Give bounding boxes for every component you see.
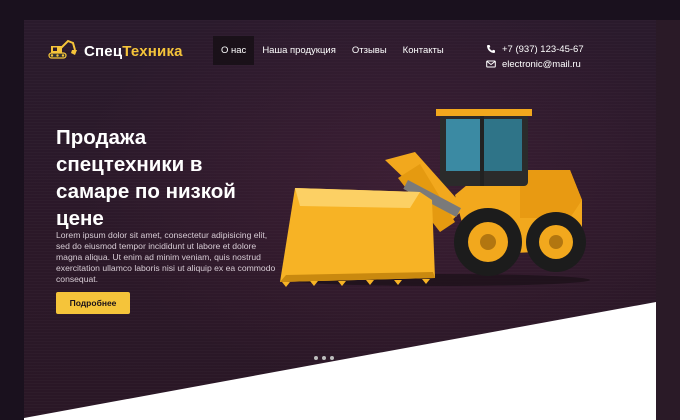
logo-text-part2: Техника	[122, 42, 183, 60]
carousel-dots	[314, 356, 338, 360]
logo-text: СпецТехника	[84, 43, 183, 60]
hero-title: Продажа спецтехники в самаре по низкой ц…	[56, 126, 236, 230]
envelope-icon	[486, 60, 496, 68]
header-contacts: +7 (937) 123-45-67 electronic@mail.ru	[486, 41, 584, 72]
carousel-dot[interactable]	[322, 356, 326, 360]
phone-contact[interactable]: +7 (937) 123-45-67	[486, 41, 584, 57]
main-nav: О нас Наша продукция Отзывы Контакты	[213, 36, 452, 65]
logo-text-part1: Спец	[84, 42, 123, 60]
hero-description: Lorem ipsum dolor sit amet, consectetur …	[56, 230, 276, 284]
scrollbar-track[interactable]	[656, 20, 680, 420]
nav-item-reviews[interactable]: Отзывы	[344, 36, 395, 65]
wheel-loader-illustration	[280, 109, 590, 287]
logo[interactable]: СпецТехника	[46, 38, 183, 64]
carousel-dot[interactable]	[314, 356, 318, 360]
phone-icon	[487, 45, 495, 53]
excavator-icon	[48, 39, 77, 59]
nav-item-contacts[interactable]: Контакты	[395, 36, 452, 65]
more-button[interactable]: Подробнее	[56, 292, 130, 314]
phone-number: +7 (937) 123-45-67	[502, 43, 584, 55]
email-contact[interactable]: electronic@mail.ru	[486, 56, 584, 72]
email-address: electronic@mail.ru	[502, 58, 581, 70]
carousel-dot[interactable]	[330, 356, 334, 360]
nav-item-about[interactable]: О нас	[213, 36, 255, 65]
nav-item-products[interactable]: Наша продукция	[254, 36, 344, 65]
